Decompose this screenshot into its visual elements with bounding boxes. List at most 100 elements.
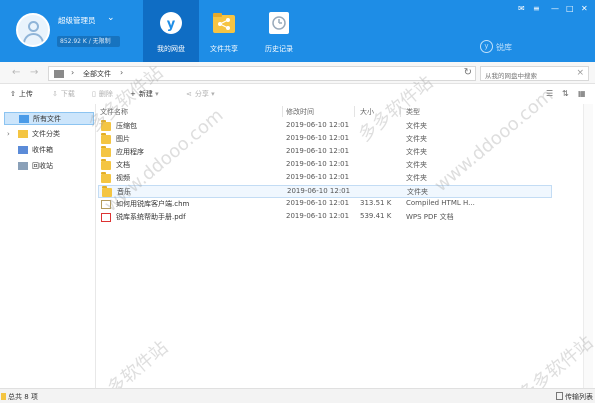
sidebar-item-all-files[interactable]: 所有文件 [4,112,94,125]
file-type: 文件夹 [406,161,427,169]
table-row[interactable]: 压缩包 2019-06-10 12:01 文件夹 [98,120,552,133]
breadcrumb[interactable]: 全部文件 [83,69,111,79]
upload-label: 上传 [18,90,33,98]
address-bar[interactable]: › 全部文件 › ↻ [48,66,476,81]
file-name: 视频 [116,174,130,182]
file-type: 文件夹 [406,148,427,156]
column-header-type[interactable]: 类型 [406,107,420,117]
file-name: 锐库系统帮助手册.pdf [116,213,186,221]
user-name[interactable]: 超级管理员 [58,15,96,26]
table-row[interactable]: 锐库系统帮助手册.pdf 2019-06-10 12:01 539.41 K W… [98,211,552,224]
tab-history[interactable]: 历史记录 [251,0,307,62]
table-row[interactable]: 音乐 2019-06-10 12:01 文件夹 [98,185,552,198]
folder-icon [101,172,111,183]
tab-file-share[interactable]: 文件共享 [196,0,252,62]
table-row[interactable]: 文档 2019-06-10 12:01 文件夹 [98,159,552,172]
new-label: 新建 [138,90,153,98]
chevron-down-icon[interactable]: ⌄ [107,13,115,23]
folder-icon [101,120,111,131]
share-label: 分享 [194,90,209,98]
tab-my-drive-label: 我的网盘 [157,45,185,53]
download-label: 下载 [60,90,75,98]
upload-button[interactable]: ⇧ 上传 [10,89,33,99]
download-button[interactable]: ⇩ 下载 [52,89,75,99]
file-type: 文件夹 [406,174,427,182]
back-icon[interactable]: ← [12,67,20,78]
column-divider[interactable] [354,106,355,117]
app-header: 超级管理员 ⌄ 852.92 K / 无限制 y 我的网盘 文件共享 历史记录 … [0,0,595,62]
sidebar-item-recycle-bin[interactable]: 回收站 [4,160,94,173]
folder-icon [101,159,111,170]
column-header-size[interactable]: 大小 [360,107,374,117]
skin-icon[interactable]: ✉ [518,4,525,13]
file-name: 图片 [116,135,130,143]
file-type: 文件夹 [407,188,428,196]
column-divider[interactable] [282,106,283,117]
table-row[interactable]: 图片 2019-06-10 12:01 文件夹 [98,133,552,146]
refresh-icon[interactable]: ↻ [464,67,472,78]
toolbar: ⇧ 上传 ⇩ 下载 ▯ 删除 + 新建 ▾ ⋖ 分享 ▾ ☰ ⇅ ▦ [0,85,595,104]
scrollbar[interactable] [583,104,593,388]
menu-icon[interactable]: ≡ [533,4,540,13]
sidebar-item-label: 收件箱 [32,146,53,154]
file-date: 2019-06-10 12:01 [286,199,350,207]
download-icon: ⇩ [52,90,58,98]
table-row[interactable]: 视频 2019-06-10 12:01 文件夹 [98,172,552,185]
table-row[interactable]: 应用程序 2019-06-10 12:01 文件夹 [98,146,552,159]
share-folder-icon [213,13,235,33]
clear-icon[interactable]: × [576,68,584,78]
tab-file-share-label: 文件共享 [210,45,238,53]
all-files-icon [19,115,29,123]
avatar[interactable] [16,13,50,47]
item-count: 总共 8 项 [8,393,38,401]
transfer-list-button[interactable]: 传输列表 [565,392,593,402]
table-row[interactable]: 如何用锐库客户端.chm 2019-06-10 12:01 313.51 K C… [98,198,552,211]
upload-icon: ⇧ [10,90,16,98]
brand-logo-icon: y [480,40,493,53]
column-header-name[interactable]: 文件名称 [100,107,128,117]
sidebar-item-label: 所有文件 [33,115,61,123]
file-name: 应用程序 [116,148,144,156]
delete-button[interactable]: ▯ 删除 [92,89,113,99]
search-input[interactable]: 从我的网盘中搜索 × [480,66,589,81]
category-icon [18,130,28,138]
chevron-down-icon: ▾ [155,90,159,98]
file-name: 音乐 [117,188,131,196]
maximize-icon[interactable]: □ [566,4,574,13]
status-bar: 总共 8 项 传输列表 [0,388,595,403]
file-date: 2019-06-10 12:01 [286,212,350,220]
chevron-right-icon[interactable]: › [71,68,74,77]
folder-icon [54,70,64,78]
file-date: 2019-06-10 12:01 [286,121,350,129]
sidebar-item-inbox[interactable]: 收件箱 [4,144,94,157]
inbox-icon [18,146,28,154]
search-placeholder: 从我的网盘中搜索 [485,72,537,80]
svg-text:y: y [167,17,176,32]
file-date: 2019-06-10 12:01 [286,147,350,155]
file-date: 2019-06-10 12:01 [286,134,350,142]
file-size: 313.51 K [360,199,392,207]
sidebar-item-categories[interactable]: › 文件分类 [4,128,94,141]
new-button[interactable]: + 新建 ▾ [130,89,159,99]
minimize-icon[interactable]: — [551,4,559,13]
column-header-date[interactable]: 修改时间 [286,107,314,117]
chevron-right-icon[interactable]: › [120,68,123,77]
folder-icon [101,133,111,144]
forward-icon[interactable]: → [30,67,38,78]
file-name: 文档 [116,161,130,169]
file-type: WPS PDF 文档 [406,213,454,221]
file-list: 文件名称 修改时间 大小 类型 压缩包 2019-06-10 12:01 文件夹… [96,104,595,388]
file-date: 2019-06-10 12:01 [286,160,350,168]
view-options-icon[interactable]: ▦ [578,89,586,98]
chevron-right-icon[interactable]: › [7,128,10,141]
delete-label: 删除 [98,90,113,98]
transfer-icon[interactable] [556,392,563,400]
close-icon[interactable]: ✕ [581,4,588,13]
share-icon: ⋖ [186,90,192,98]
tab-my-drive[interactable]: y 我的网盘 [143,0,199,62]
chm-file-icon [101,200,111,209]
column-divider[interactable] [400,106,401,117]
sort-icon[interactable]: ⇅ [562,89,569,98]
list-view-icon[interactable]: ☰ [546,89,553,98]
share-button[interactable]: ⋖ 分享 ▾ [186,89,215,99]
